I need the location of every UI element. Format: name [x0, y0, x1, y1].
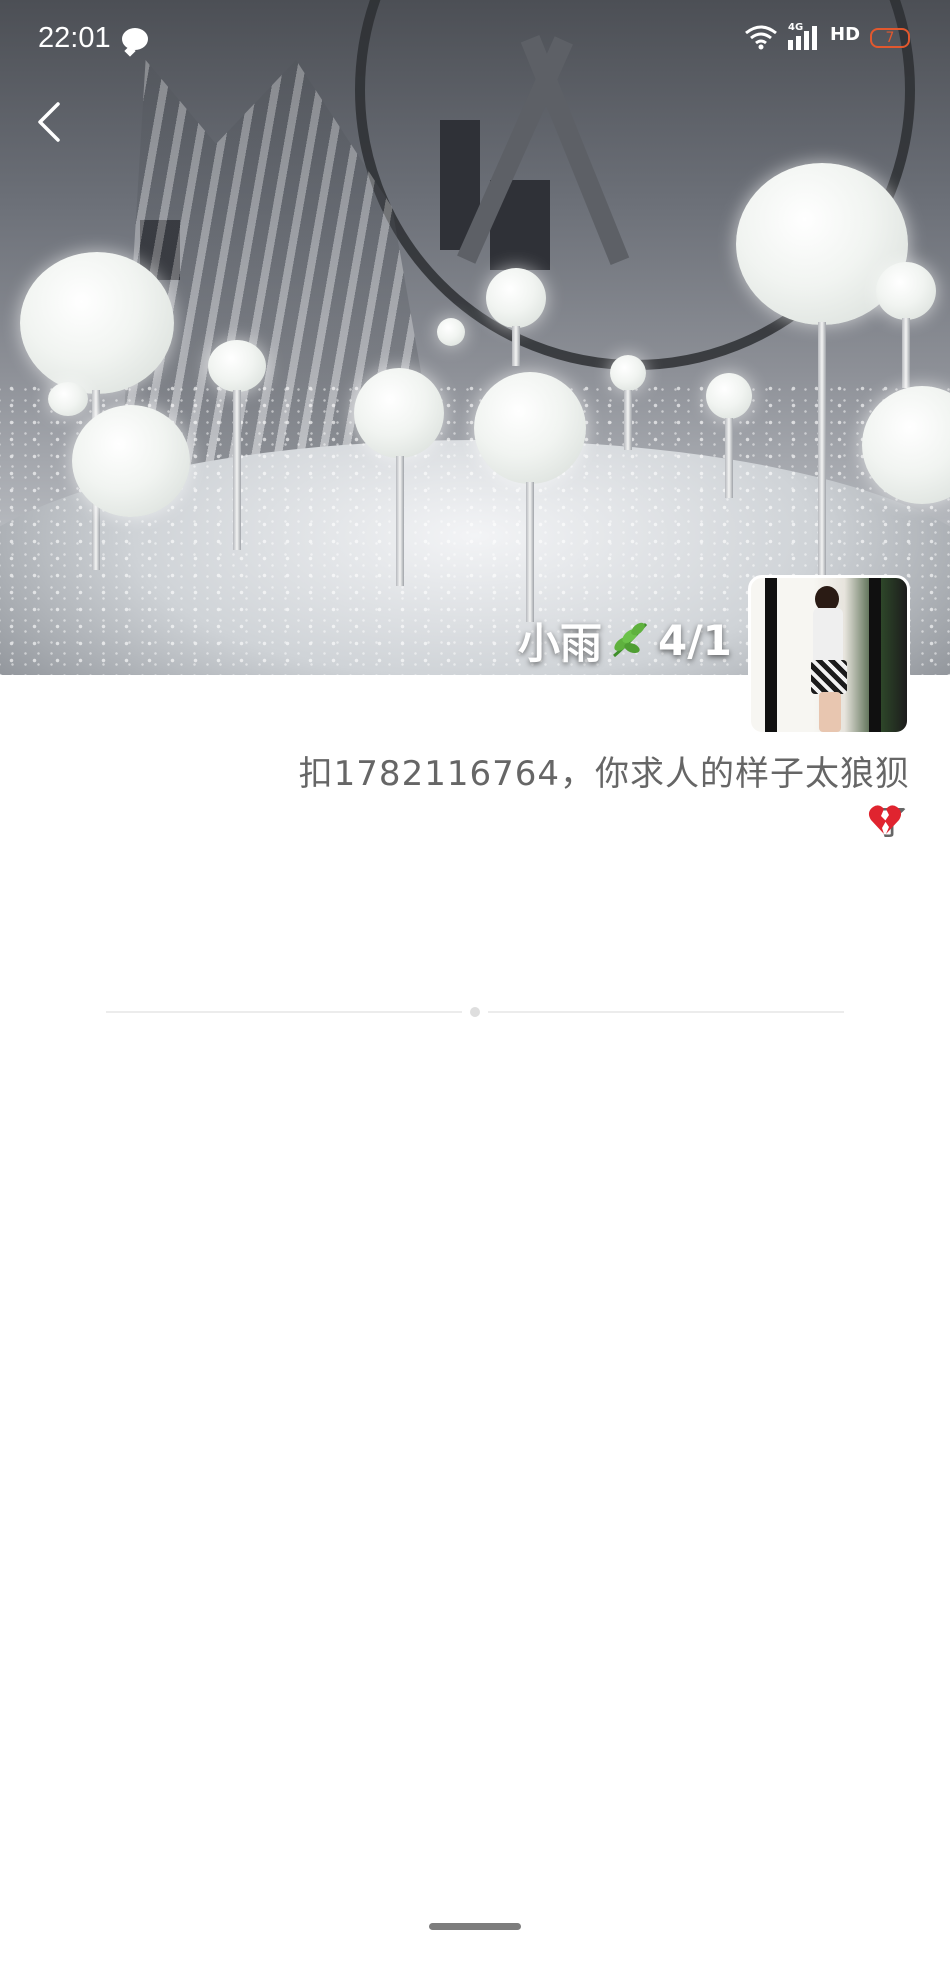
profile-signature: 扣1782116764，你求人的样子太狼狈了 [298, 754, 910, 843]
person-legs [819, 692, 841, 732]
door-frame [765, 578, 777, 732]
nickname: 小雨 4/1 [518, 610, 732, 670]
battery-indicator: 7 [870, 28, 910, 48]
divider-dot [470, 1007, 480, 1017]
back-button[interactable] [30, 100, 74, 144]
cover-photo[interactable] [0, 0, 950, 675]
status-time: 22:01 [38, 22, 111, 54]
avatar[interactable] [748, 575, 910, 735]
person-body [813, 608, 843, 668]
hd-voice-badge: HD [830, 24, 861, 45]
leaf-emoji-icon [613, 622, 648, 658]
door-frame [869, 578, 881, 732]
status-bar: 22:01 4G HD 7 [0, 0, 950, 80]
wifi-icon [745, 25, 777, 50]
home-indicator[interactable] [429, 1923, 521, 1930]
chevron-left-icon [38, 102, 60, 142]
nickname-text: 小雨 [518, 618, 603, 668]
divider-line [106, 1011, 462, 1013]
signal-strength-icon [788, 26, 817, 50]
person-skirt [811, 660, 847, 694]
nickname-suffix: 4/1 [658, 615, 732, 665]
divider-line [488, 1011, 844, 1013]
chat-bubble-icon [122, 28, 148, 50]
broken-heart-emoji-icon [868, 805, 902, 834]
